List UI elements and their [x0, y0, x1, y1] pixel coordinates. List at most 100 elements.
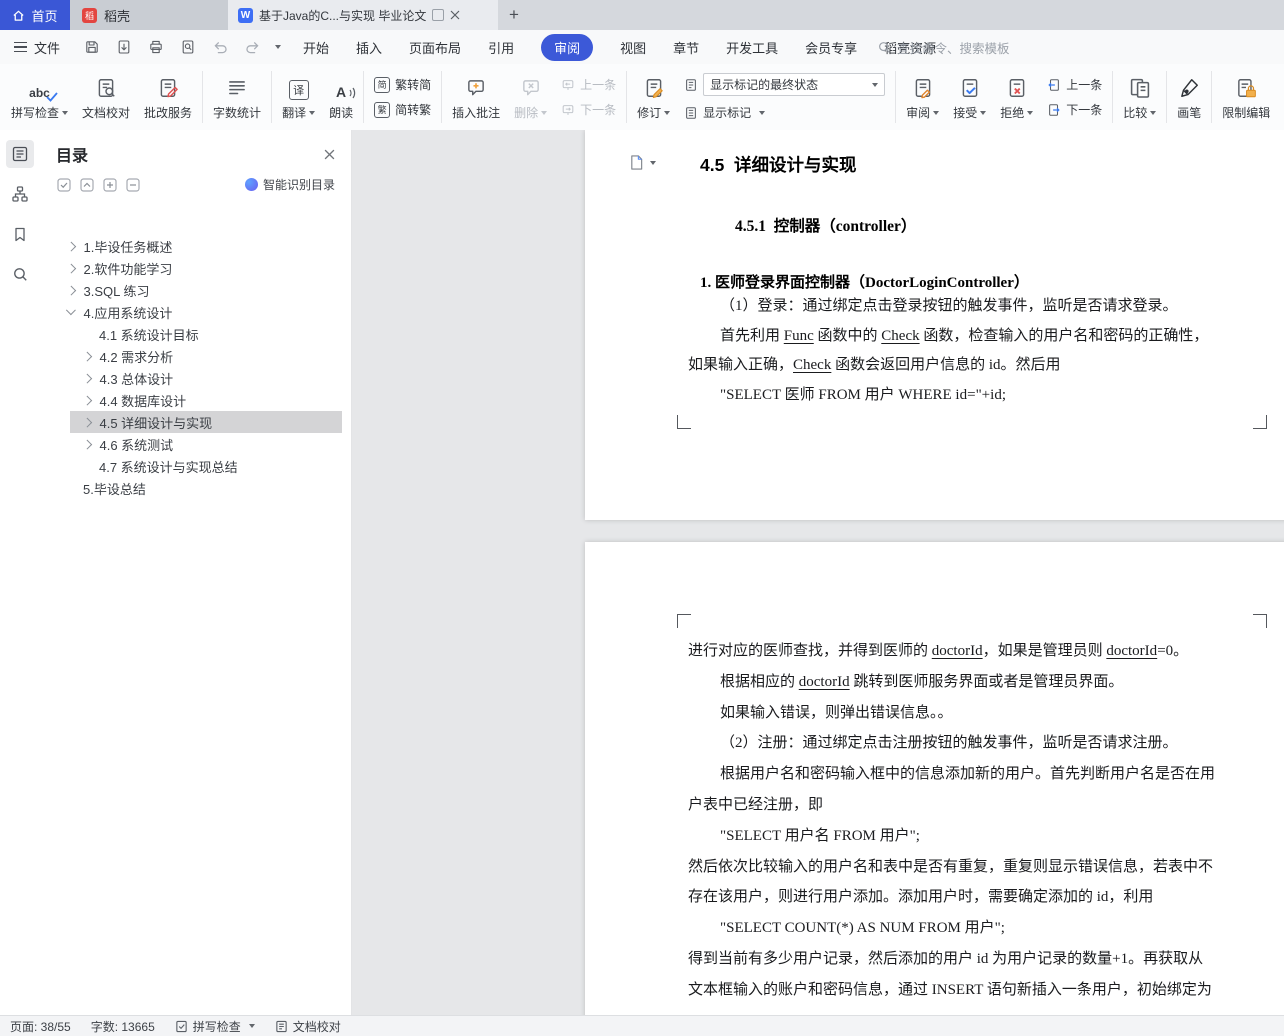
translate-button[interactable]: 译 翻译 [275, 71, 322, 124]
toc-item[interactable]: 4.4 数据库设计 [40, 389, 351, 411]
heading-4-5-1[interactable]: 4.5.1 控制器（controller） [735, 214, 916, 236]
tab-dev-tools[interactable]: 开发工具 [726, 38, 778, 57]
ribbon-separator [1166, 71, 1168, 123]
simp-to-trad-button[interactable]: 繁 简转繁 [371, 99, 434, 120]
tab-section[interactable]: 章节 [673, 38, 699, 57]
next-revision-button[interactable]: 下一条 [1044, 99, 1105, 120]
doc-line[interactable]: 根据相应的 doctorId 跳转到医师服务界面或者是管理员界面。 [585, 667, 1284, 698]
new-tab-button[interactable]: + [498, 0, 530, 30]
doc-line[interactable]: "SELECT 用户名 FROM 用户"; [585, 821, 1284, 852]
doc-proof-button[interactable]: 文档校对 [75, 71, 137, 124]
insert-comment-button[interactable]: 插入批注 [445, 71, 507, 124]
heading-4-5[interactable]: 4.5 详细设计与实现 [700, 152, 857, 177]
doc-line[interactable]: 户表中已经注册，即 [585, 790, 1284, 821]
command-search[interactable]: 查找命令、搜索模板 [878, 38, 1010, 57]
toc-tree: 1.毕设任务概述 2.软件功能学习 3.SQL 练习 4.应用系统设计 4.1 … [40, 235, 351, 499]
doc-line[interactable]: 文本框输入的账户和密码信息，通过 INSERT 语句新插入一条用户，初始绑定为 [585, 975, 1284, 1006]
tab-view[interactable]: 视图 [620, 38, 646, 57]
status-spell-check-button[interactable]: 拼写检查 [175, 1018, 255, 1035]
tab-member[interactable]: 会员专享 [805, 38, 857, 57]
page-2[interactable]: 进行对应的医师查找，并得到医师的 doctorId，如果是管理员则 doctor… [585, 542, 1284, 1016]
export-pdf-button[interactable] [112, 35, 136, 59]
save-button[interactable] [80, 35, 104, 59]
undo-button[interactable] [208, 35, 232, 59]
quick-access-dropdown-icon[interactable] [275, 45, 282, 49]
doc-line[interactable]: 得到当前有多少用户记录，然后添加的用户 id 为用户记录的数量+1。再获取从 [585, 944, 1284, 975]
doc-line[interactable]: （2）注册：通过绑定点击注册按钮的触发事件，监听是否请求注册。 [585, 728, 1284, 759]
redo-button[interactable] [240, 35, 264, 59]
toc-collapse-icon[interactable] [125, 177, 141, 193]
close-tab-icon[interactable] [450, 10, 460, 20]
toc-checkbox-icon[interactable] [56, 177, 72, 193]
ribbon-separator [202, 71, 204, 123]
spell-check-button[interactable]: abc 拼写检查 [4, 71, 75, 124]
doc-line[interactable]: "SELECT COUNT(*) AS NUM FROM 用户"; [585, 913, 1284, 944]
docer-tab[interactable]: 稻 稻壳 [70, 0, 228, 30]
find-panel-button[interactable] [6, 260, 34, 288]
file-menu-button[interactable]: 文件 [0, 38, 70, 57]
bookmark-panel-button[interactable] [6, 220, 34, 248]
toc-item[interactable]: 3.SQL 练习 [40, 279, 351, 301]
compare-button[interactable]: 比较 [1116, 71, 1163, 124]
ink-pen-button[interactable]: 画笔 [1170, 71, 1208, 124]
toc-item[interactable]: 5.毕设总结 [40, 477, 351, 499]
print-preview-button[interactable] [176, 35, 200, 59]
toc-item[interactable]: 4.2 需求分析 [40, 345, 351, 367]
home-tab[interactable]: 首页 [0, 0, 70, 30]
window-tab-bar: 首页 稻 稻壳 W 基于Java的C...与实现 毕业论文 + [0, 0, 1284, 30]
document-tab[interactable]: W 基于Java的C...与实现 毕业论文 [228, 0, 498, 30]
tab-start[interactable]: 开始 [303, 38, 329, 57]
ribbon-separator [441, 71, 443, 123]
delete-comment-button[interactable]: 删除 [507, 71, 554, 124]
doc-line[interactable]: 进行对应的医师查找，并得到医师的 doctorId，如果是管理员则 doctor… [585, 636, 1284, 667]
doc-line[interactable]: 根据用户名和密码输入框中的信息添加新的用户。首先判断用户名是否在用 [585, 759, 1284, 790]
toc-panel-button[interactable] [6, 140, 34, 168]
show-markup-icon [686, 106, 697, 119]
menu-bar: 文件 开始 插入 页面布局 引用 审阅 视图 章节 开发工具 会员专享 稻壳资源… [0, 30, 1284, 64]
toc-item-selected[interactable]: 4.5 详细设计与实现 [40, 411, 351, 433]
accept-button[interactable]: 接受 [946, 71, 993, 124]
toc-collapse-all-icon[interactable] [79, 177, 95, 193]
toc-item[interactable]: 4.6 系统测试 [40, 433, 351, 455]
prev-comment-button[interactable]: 上一条 [558, 74, 619, 95]
track-changes-button[interactable]: 修订 [630, 71, 677, 124]
markup-state-select[interactable]: 显示标记的最终状态 [703, 73, 886, 96]
trad-to-simp-button[interactable]: 简 繁转简 [371, 74, 434, 95]
toc-item[interactable]: 1.毕设任务概述 [40, 235, 351, 257]
toc-item[interactable]: 4.3 总体设计 [40, 367, 351, 389]
doc-line[interactable]: 首先利用 Func 函数中的 Check 函数，检查输入的用户名和密码的正确性， [585, 322, 1284, 352]
doc-line[interactable]: 如果输入错误，则弹出错误信息。。 [585, 698, 1284, 729]
doc-line[interactable]: 然后依次比较输入的用户名和表中是否有重复，重复则显示错误信息，若表中不 [585, 852, 1284, 883]
doc-line[interactable]: 存在该用户，则进行用户添加。添加用户时，需要确定添加的 id，利用 [585, 882, 1284, 913]
toc-item[interactable]: 4.1 系统设计目标 [40, 323, 351, 345]
word-count-button[interactable]: 字数统计 [206, 71, 268, 124]
tab-review[interactable]: 审阅 [541, 33, 594, 61]
next-comment-button[interactable]: 下一条 [558, 99, 619, 120]
prev-revision-button[interactable]: 上一条 [1044, 74, 1105, 95]
tab-page-layout[interactable]: 页面布局 [409, 38, 461, 57]
heading-controller[interactable]: 1. 医师登录界面控制器（DoctorLoginController） [700, 271, 1029, 292]
toc-expand-icon[interactable] [102, 177, 118, 193]
status-doc-proof-button[interactable]: 文档校对 [275, 1018, 341, 1035]
restrict-editing-button[interactable]: 限制编辑 [1215, 71, 1277, 124]
structure-panel-button[interactable] [6, 180, 34, 208]
review-button[interactable]: 审阅 [899, 71, 946, 124]
toc-item[interactable]: 4.应用系统设计 [40, 301, 351, 323]
close-panel-button[interactable] [324, 149, 335, 160]
toc-item[interactable]: 2.软件功能学习 [40, 257, 351, 279]
print-button[interactable] [144, 35, 168, 59]
smart-toc-button[interactable]: 智能识别目录 [244, 176, 335, 193]
doc-line[interactable]: "SELECT 医师 FROM 用户 WHERE id="+id; [585, 381, 1284, 411]
toc-item[interactable]: 4.7 系统设计与实现总结 [40, 455, 351, 477]
page-settings-button[interactable] [629, 154, 656, 171]
doc-line[interactable]: 如果输入正确，Check 函数会返回用户信息的 id。然后用 [585, 351, 1284, 381]
tab-references[interactable]: 引用 [488, 38, 514, 57]
doc-permission-button[interactable]: 文档权限 [1277, 71, 1284, 124]
page-1[interactable]: 4.5 详细设计与实现 4.5.1 控制器（controller） 1. 医师登… [585, 130, 1284, 520]
read-aloud-button[interactable]: A 朗读 [322, 71, 360, 124]
grading-service-button[interactable]: 批改服务 [137, 71, 199, 124]
doc-line[interactable]: （1）登录：通过绑定点击登录按钮的触发事件，监听是否请求登录。 [585, 292, 1284, 322]
show-markup-button[interactable]: 显示标记 [681, 102, 888, 123]
reject-button[interactable]: 拒绝 [993, 71, 1040, 124]
tab-insert[interactable]: 插入 [356, 38, 382, 57]
